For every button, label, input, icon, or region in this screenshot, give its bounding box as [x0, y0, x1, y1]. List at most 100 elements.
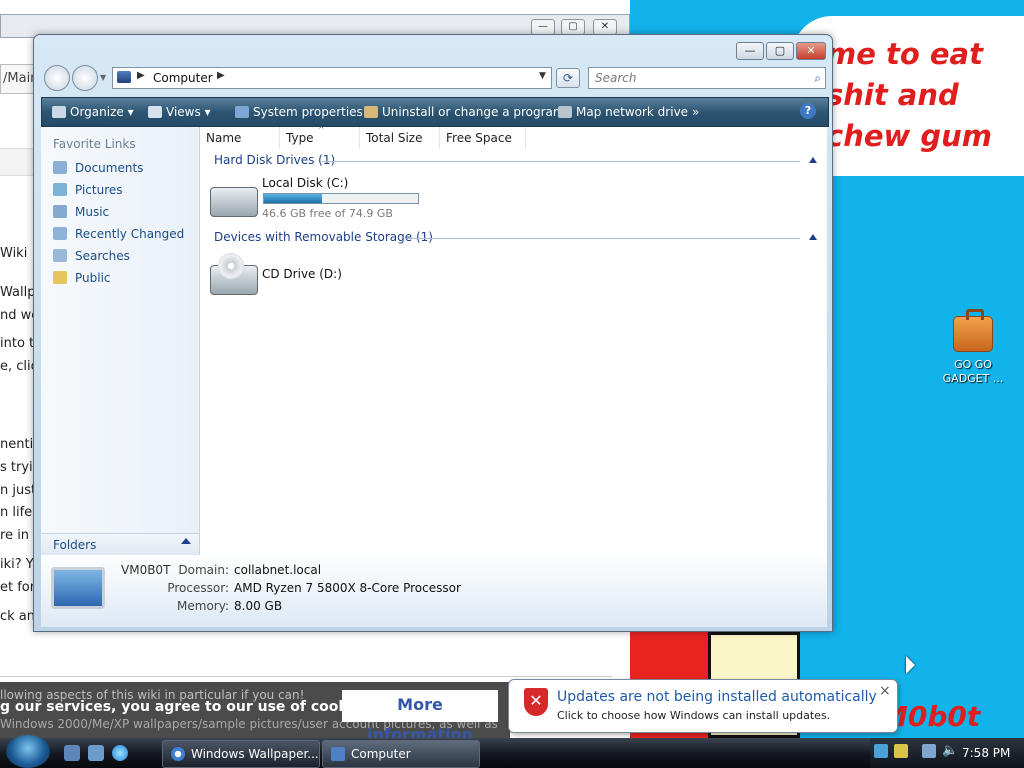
- chevron-down-icon[interactable]: ▼: [539, 71, 546, 81]
- volume-muted-icon[interactable]: 🔈: [942, 743, 958, 758]
- map-network-drive-button[interactable]: Map network drive: [558, 98, 688, 126]
- command-toolbar: Organize ▾ Views ▾ System properties Uni…: [41, 97, 829, 127]
- briefcase-icon: [953, 309, 993, 352]
- close-icon[interactable]: ✕: [593, 19, 617, 35]
- network-drive-icon: [558, 106, 572, 118]
- breadcrumb-chevron-icon[interactable]: ▶: [137, 70, 145, 81]
- page-heading-fragment: Wiki: [0, 246, 28, 261]
- breadcrumb-chevron-icon[interactable]: ▶: [217, 70, 225, 81]
- chevron-up-icon: [181, 538, 191, 544]
- connection-icon[interactable]: [922, 744, 936, 758]
- search-icon[interactable]: ⌕: [814, 68, 821, 88]
- page-text-fragment: n life,: [0, 505, 37, 520]
- hard-disk-icon: [210, 187, 258, 217]
- public-folder-icon: [53, 271, 67, 284]
- drive-item-cd-drive[interactable]: CD Drive (D:): [206, 251, 406, 299]
- browser-address-bar[interactable]: /Main: [0, 64, 38, 94]
- computer-icon: [331, 747, 345, 761]
- favorite-link-pictures[interactable]: Pictures: [53, 183, 123, 197]
- show-desktop-icon[interactable]: [64, 745, 80, 761]
- forward-icon[interactable]: [72, 65, 98, 91]
- search-placeholder: Search: [595, 71, 637, 85]
- page-text-fragment: et for: [0, 580, 36, 595]
- computer-icon: [117, 71, 131, 83]
- address-bar[interactable]: ▶ Computer ▶ ▼: [112, 67, 552, 89]
- collapse-group-icon[interactable]: [809, 234, 817, 240]
- taskbar-button-computer[interactable]: Computer: [322, 740, 480, 768]
- sort-ascending-icon: ^: [318, 125, 325, 134]
- more-commands-button[interactable]: »: [692, 98, 699, 126]
- mouse-cursor-icon: [906, 656, 915, 674]
- documents-icon: [53, 161, 67, 174]
- more-information-button[interactable]: More information: [342, 690, 498, 744]
- page-text-fragment: n just: [0, 483, 37, 498]
- memory-value: 8.00 GB: [234, 599, 283, 613]
- internet-explorer-icon[interactable]: [112, 745, 128, 761]
- page-text-fragment: iki? Y: [0, 557, 34, 572]
- domain-label: Domain:: [178, 563, 229, 577]
- organize-button[interactable]: Organize ▾: [52, 98, 134, 126]
- group-header-removable[interactable]: Devices with Removable Storage (1): [214, 230, 433, 244]
- start-button[interactable]: [6, 735, 50, 768]
- switch-windows-icon[interactable]: [88, 745, 104, 761]
- organize-icon: [52, 106, 66, 118]
- computer-icon: [51, 567, 105, 609]
- desktop-icon-label: GO GO GADGET ...: [942, 358, 1004, 385]
- group-header-hard-disk[interactable]: Hard Disk Drives (1): [214, 153, 335, 167]
- desktop-icon-gadget[interactable]: GO GO GADGET ...: [938, 309, 1008, 386]
- collapse-group-icon[interactable]: [809, 157, 817, 163]
- browser-nav-strip: [0, 148, 34, 176]
- drive-name: CD Drive (D:): [262, 267, 342, 281]
- favorite-link-public[interactable]: Public: [53, 271, 111, 285]
- update-notification-balloon[interactable]: Updates are not being installed automati…: [508, 679, 898, 733]
- column-header-free-space[interactable]: Free Space: [440, 127, 526, 149]
- views-button[interactable]: Views ▾: [148, 98, 211, 126]
- minimize-icon[interactable]: —: [531, 19, 555, 35]
- recent-pages-icon[interactable]: ▼: [100, 73, 106, 82]
- divider: [406, 238, 800, 239]
- cd-disc-icon: [218, 253, 244, 279]
- maximize-icon[interactable]: ▢: [766, 42, 794, 60]
- breadcrumb[interactable]: Computer: [153, 71, 213, 85]
- close-icon[interactable]: ×: [879, 683, 891, 699]
- folders-label: Folders: [53, 538, 97, 552]
- processor-value: AMD Ryzen 7 5800X 8-Core Processor: [234, 581, 461, 595]
- folders-toggle[interactable]: Folders: [41, 533, 199, 556]
- refresh-icon[interactable]: ⟳: [556, 68, 580, 88]
- column-header-total-size[interactable]: Total Size: [360, 127, 440, 149]
- taskbar-button-browser[interactable]: Windows Wallpaper...: [162, 740, 320, 768]
- divider: [0, 676, 612, 677]
- favorite-link-music[interactable]: Music: [53, 205, 109, 219]
- computer-explorer-window[interactable]: — ▢ ✕ ▼ ▶ Computer ▶ ▼ ⟳ Search ⌕ Organi…: [33, 34, 833, 632]
- processor-label: Processor:: [167, 581, 229, 595]
- drive-name: Local Disk (C:): [262, 176, 349, 190]
- music-icon: [53, 205, 67, 218]
- back-icon[interactable]: [44, 65, 70, 91]
- pictures-icon: [53, 183, 67, 196]
- network-icon[interactable]: [874, 744, 888, 758]
- security-alert-icon[interactable]: [894, 744, 908, 758]
- divider: [322, 161, 800, 162]
- help-icon[interactable]: ?: [800, 103, 816, 119]
- memory-label: Memory:: [177, 599, 229, 613]
- column-header-name[interactable]: Name: [200, 127, 280, 149]
- close-icon[interactable]: ✕: [796, 42, 826, 60]
- domain-value: collabnet.local: [234, 563, 322, 577]
- favorite-link-documents[interactable]: Documents: [53, 161, 143, 175]
- favorite-link-recently-changed[interactable]: Recently Changed: [53, 227, 184, 241]
- details-pane: VM0B0T Domain: collabnet.local Processor…: [41, 555, 827, 627]
- speech-bubble-text: me to eat shit and chew gum: [826, 37, 993, 153]
- uninstall-program-button[interactable]: Uninstall or change a program: [364, 98, 565, 126]
- maximize-icon[interactable]: ▢: [561, 19, 585, 35]
- drive-usage-fill: [264, 194, 322, 203]
- minimize-icon[interactable]: —: [736, 42, 764, 60]
- favorite-link-searches[interactable]: Searches: [53, 249, 130, 263]
- search-input[interactable]: Search ⌕: [588, 67, 826, 89]
- page-text-fragment: re in: [0, 528, 30, 543]
- views-icon: [148, 106, 162, 118]
- system-properties-button[interactable]: System properties: [235, 98, 363, 126]
- security-shield-icon: ✕: [524, 688, 548, 716]
- taskbar-clock[interactable]: 7:58 PM: [962, 738, 1010, 768]
- browser-icon: [171, 747, 185, 761]
- notification-body: Click to choose how Windows can install …: [557, 709, 831, 722]
